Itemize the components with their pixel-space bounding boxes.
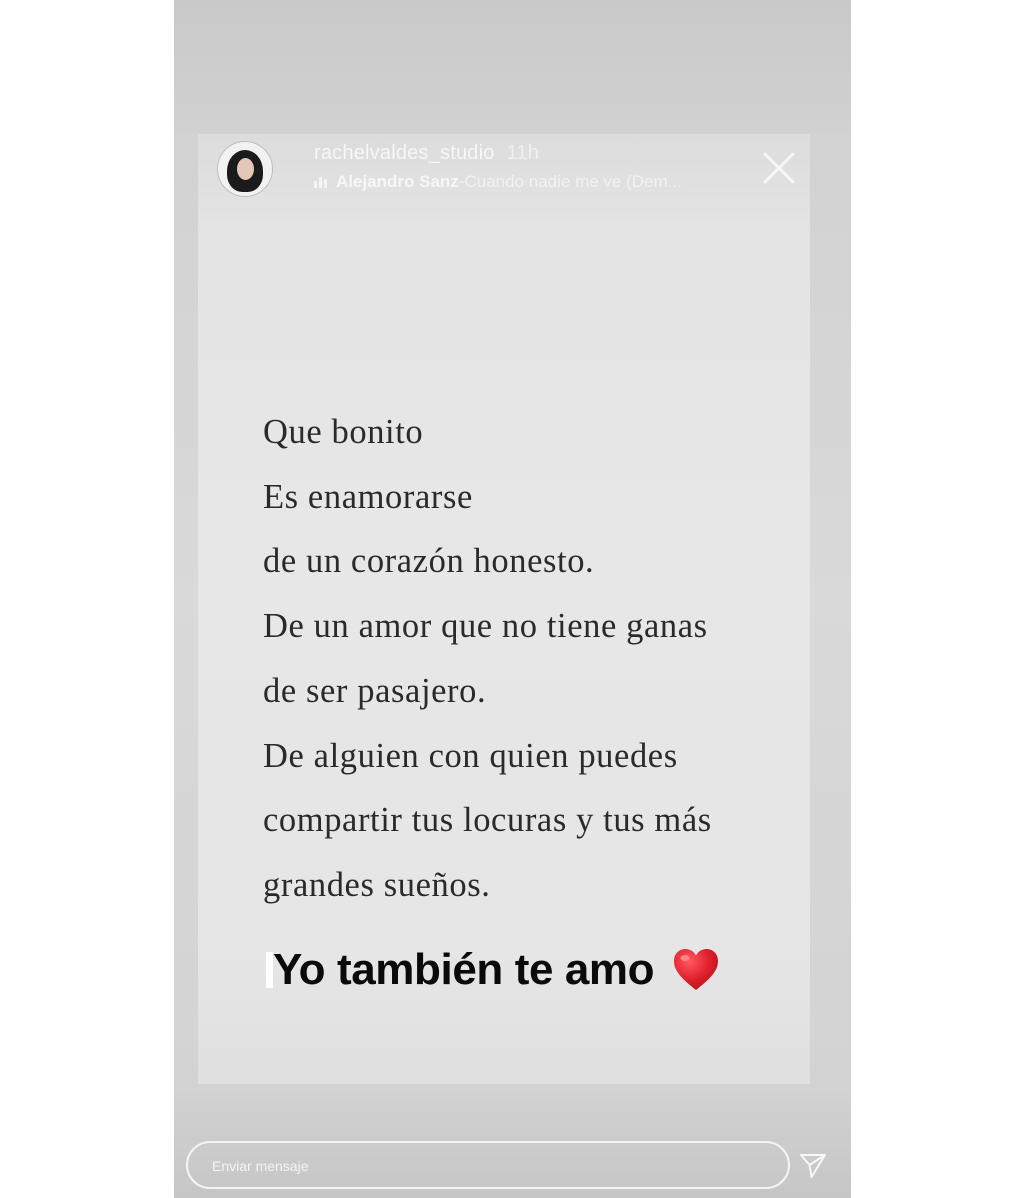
username[interactable]: rachelvaldes_studio (314, 142, 495, 164)
story-caption: Yo también te amo (266, 942, 720, 998)
message-input[interactable] (210, 1153, 774, 1179)
message-field[interactable] (186, 1141, 790, 1189)
heart-icon (674, 949, 719, 990)
music-info[interactable]: Alejandro Sanz - Cuando nadie me ve (Dem… (314, 172, 682, 192)
poem-line: grandes sueños. (263, 865, 491, 904)
poem-line: de un corazón honesto. (263, 542, 595, 581)
poem-line: De alguien con quien puedes (263, 736, 678, 775)
username-line: rachelvaldes_studio 11h (314, 142, 539, 165)
music-artist: Alejandro Sanz (336, 172, 459, 191)
caption-text: Yo también te amo (273, 945, 655, 994)
poem-line: Es enamorarse (263, 477, 473, 516)
poem-line: compartir tus locuras y tus más (263, 801, 712, 840)
avatar-face (237, 158, 254, 180)
music-song: Cuando nadie me ve (Dem... (464, 172, 682, 191)
time-ago: 11h (506, 142, 540, 164)
poem-text: Que bonito Es enamorarse de un corazón h… (263, 400, 712, 918)
music-bars-icon (314, 176, 327, 188)
story-card[interactable]: rachelvaldes_studio 11h Alejandro Sanz - … (198, 134, 810, 1084)
send-icon[interactable] (798, 1150, 828, 1180)
close-icon[interactable] (762, 151, 796, 185)
poem-line: De un amor que no tiene ganas (263, 607, 708, 646)
poem-line: de ser pasajero. (263, 671, 487, 710)
poem-line: Que bonito (263, 413, 424, 451)
story-viewer: rachelvaldes_studio 11h Alejandro Sanz - … (174, 0, 851, 1198)
avatar[interactable] (217, 141, 273, 197)
caption-background-strip (266, 952, 273, 988)
story-header: rachelvaldes_studio 11h Alejandro Sanz - … (198, 134, 810, 214)
